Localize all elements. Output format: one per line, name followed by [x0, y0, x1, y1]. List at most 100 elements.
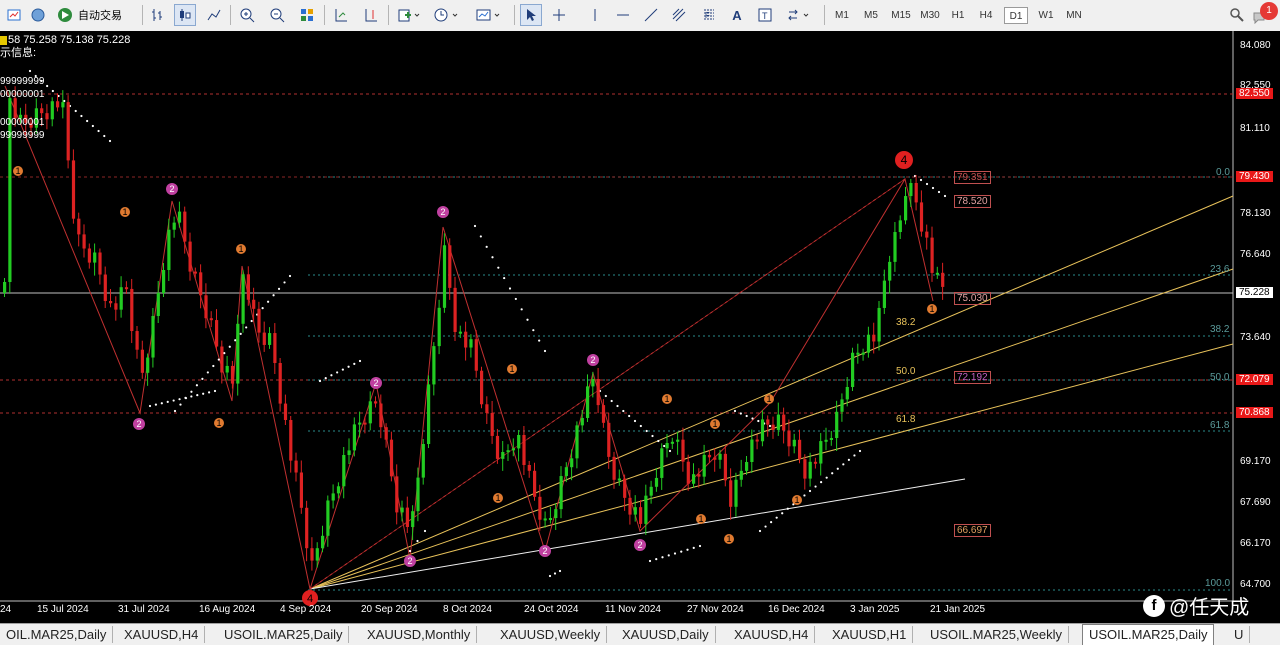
- tf-h4[interactable]: H4: [974, 7, 998, 24]
- sar-dot: [318, 379, 322, 383]
- chart-area[interactable]: 2 2 2 2 2 2 2 2 1 1 1 1 1 1 1 1 1 1 1 1 …: [0, 31, 1280, 623]
- sar-dot: [657, 439, 660, 443]
- candle-body: [331, 493, 335, 501]
- candle-body: [829, 438, 833, 440]
- sar-dot: [272, 294, 275, 297]
- candle-body: [813, 461, 818, 464]
- periods-dropdown[interactable]: [430, 4, 464, 26]
- sar-dot: [698, 544, 702, 548]
- candle-body: [427, 384, 431, 444]
- sar-dot: [508, 287, 512, 290]
- candle-body: [580, 417, 584, 426]
- tab-chart[interactable]: XAUUSD,Monthly: [361, 626, 478, 643]
- sar-dot: [858, 449, 862, 453]
- svg-text:2: 2: [440, 207, 445, 217]
- tab-chart[interactable]: XAUUSD,Daily: [616, 626, 716, 643]
- candle-body: [199, 272, 203, 296]
- candle-body: [400, 507, 404, 513]
- sar-dot: [758, 529, 762, 533]
- candle-body: [490, 413, 494, 436]
- tf-d1[interactable]: D1: [1004, 7, 1028, 24]
- sar-dot: [347, 365, 350, 368]
- chart-shift-icon[interactable]: [360, 4, 382, 26]
- tab-chart[interactable]: OIL.MAR25,Daily: [0, 626, 114, 643]
- price-tag-82: 82.550: [1236, 88, 1273, 99]
- candle-body: [109, 301, 113, 304]
- price-axis[interactable]: 84.080 82.550 82.550 81.110 79.430 78.13…: [1234, 31, 1280, 601]
- tf-m5[interactable]: M5: [858, 7, 884, 24]
- candle-body: [686, 461, 690, 484]
- market-watch-icon[interactable]: [28, 4, 48, 26]
- tab-chart[interactable]: USOIL.MAR25,Daily: [218, 626, 350, 643]
- candle-body: [56, 101, 60, 108]
- tab-chart-active[interactable]: USOIL.MAR25,Daily: [1082, 624, 1215, 645]
- clock-icon: [434, 8, 458, 22]
- candle-body: [861, 352, 865, 355]
- tf-h1[interactable]: H1: [946, 7, 970, 24]
- cursor-icon[interactable]: [520, 4, 542, 26]
- sar-dot: [663, 444, 666, 448]
- tf-m15[interactable]: M15: [888, 7, 914, 24]
- indicators-dropdown[interactable]: [394, 4, 424, 26]
- text-icon[interactable]: A: [726, 4, 748, 26]
- sar-dot: [825, 476, 828, 479]
- candlestick-icon[interactable]: [174, 4, 196, 26]
- candle-body: [676, 439, 680, 442]
- autotrade-button[interactable]: 自动交易: [56, 4, 136, 26]
- new-chart-icon[interactable]: [4, 4, 24, 26]
- candle-body: [268, 333, 272, 345]
- tf-mn[interactable]: MN: [1062, 7, 1086, 24]
- sar-dot: [497, 266, 500, 269]
- sar-dot: [543, 349, 547, 353]
- sar-dot: [820, 481, 823, 484]
- autotrade-label: 自动交易: [78, 10, 122, 22]
- tf-m30[interactable]: M30: [917, 7, 943, 24]
- candle-body: [771, 424, 775, 430]
- zoom-out-icon[interactable]: [266, 4, 288, 26]
- template-icon: [476, 9, 500, 21]
- candle-body: [156, 293, 160, 316]
- candle-body: [644, 495, 648, 524]
- chart-info: 58 75.258 75.138 75.228 示信息:: [0, 34, 130, 60]
- templates-dropdown[interactable]: [472, 4, 506, 26]
- tab-chart[interactable]: USOIL.MAR25,Weekly: [924, 626, 1069, 643]
- candle-body: [45, 113, 49, 120]
- tab-chart[interactable]: XAUUSD,H4: [728, 626, 816, 643]
- level-box: 75.030: [954, 292, 991, 305]
- price-chart[interactable]: 2 2 2 2 2 2 2 2 1 1 1 1 1 1 1 1 1 1 1 1 …: [0, 31, 1280, 623]
- tf-w1[interactable]: W1: [1034, 7, 1058, 24]
- tab-chart[interactable]: XAUUSD,H1: [826, 626, 914, 643]
- sar-dot: [937, 190, 941, 194]
- fibonacci-icon[interactable]: F: [698, 4, 720, 26]
- notifications-icon[interactable]: 1: [1252, 2, 1278, 26]
- zoom-in-icon[interactable]: [236, 4, 258, 26]
- text-label-icon[interactable]: T: [754, 4, 776, 26]
- auto-scroll-icon[interactable]: [330, 4, 352, 26]
- price-tag-79: 79.430: [1236, 171, 1273, 182]
- candle-body: [257, 308, 261, 333]
- sar-dot: [764, 525, 767, 528]
- tab-chart[interactable]: XAUUSD,Weekly: [494, 626, 608, 643]
- bar-chart-icon[interactable]: [148, 4, 168, 26]
- arrows-dropdown[interactable]: [784, 4, 814, 26]
- line-chart-icon[interactable]: [204, 4, 224, 26]
- candle-body: [464, 331, 468, 348]
- candle-body: [358, 422, 362, 425]
- trendline-icon[interactable]: [640, 4, 662, 26]
- tab-chart[interactable]: U: [1228, 626, 1251, 643]
- sar-dot: [196, 393, 199, 397]
- time-axis[interactable]: 24 15 Jul 2024 31 Jul 2024 16 Aug 2024 4…: [0, 604, 1233, 623]
- horizontal-line-icon[interactable]: [612, 4, 634, 26]
- tab-chart[interactable]: XAUUSD,H4: [118, 626, 206, 643]
- crosshair-icon[interactable]: [548, 4, 570, 26]
- vertical-line-icon[interactable]: [584, 4, 606, 26]
- sar-dot: [842, 463, 845, 466]
- tf-m1[interactable]: M1: [830, 7, 854, 24]
- candle-body: [225, 365, 229, 373]
- candle-body: [527, 465, 531, 471]
- svg-text:2: 2: [637, 540, 642, 550]
- tile-windows-icon[interactable]: [296, 4, 318, 26]
- candle-body: [241, 274, 245, 324]
- search-icon[interactable]: [1226, 4, 1248, 26]
- channel-icon[interactable]: [668, 4, 690, 26]
